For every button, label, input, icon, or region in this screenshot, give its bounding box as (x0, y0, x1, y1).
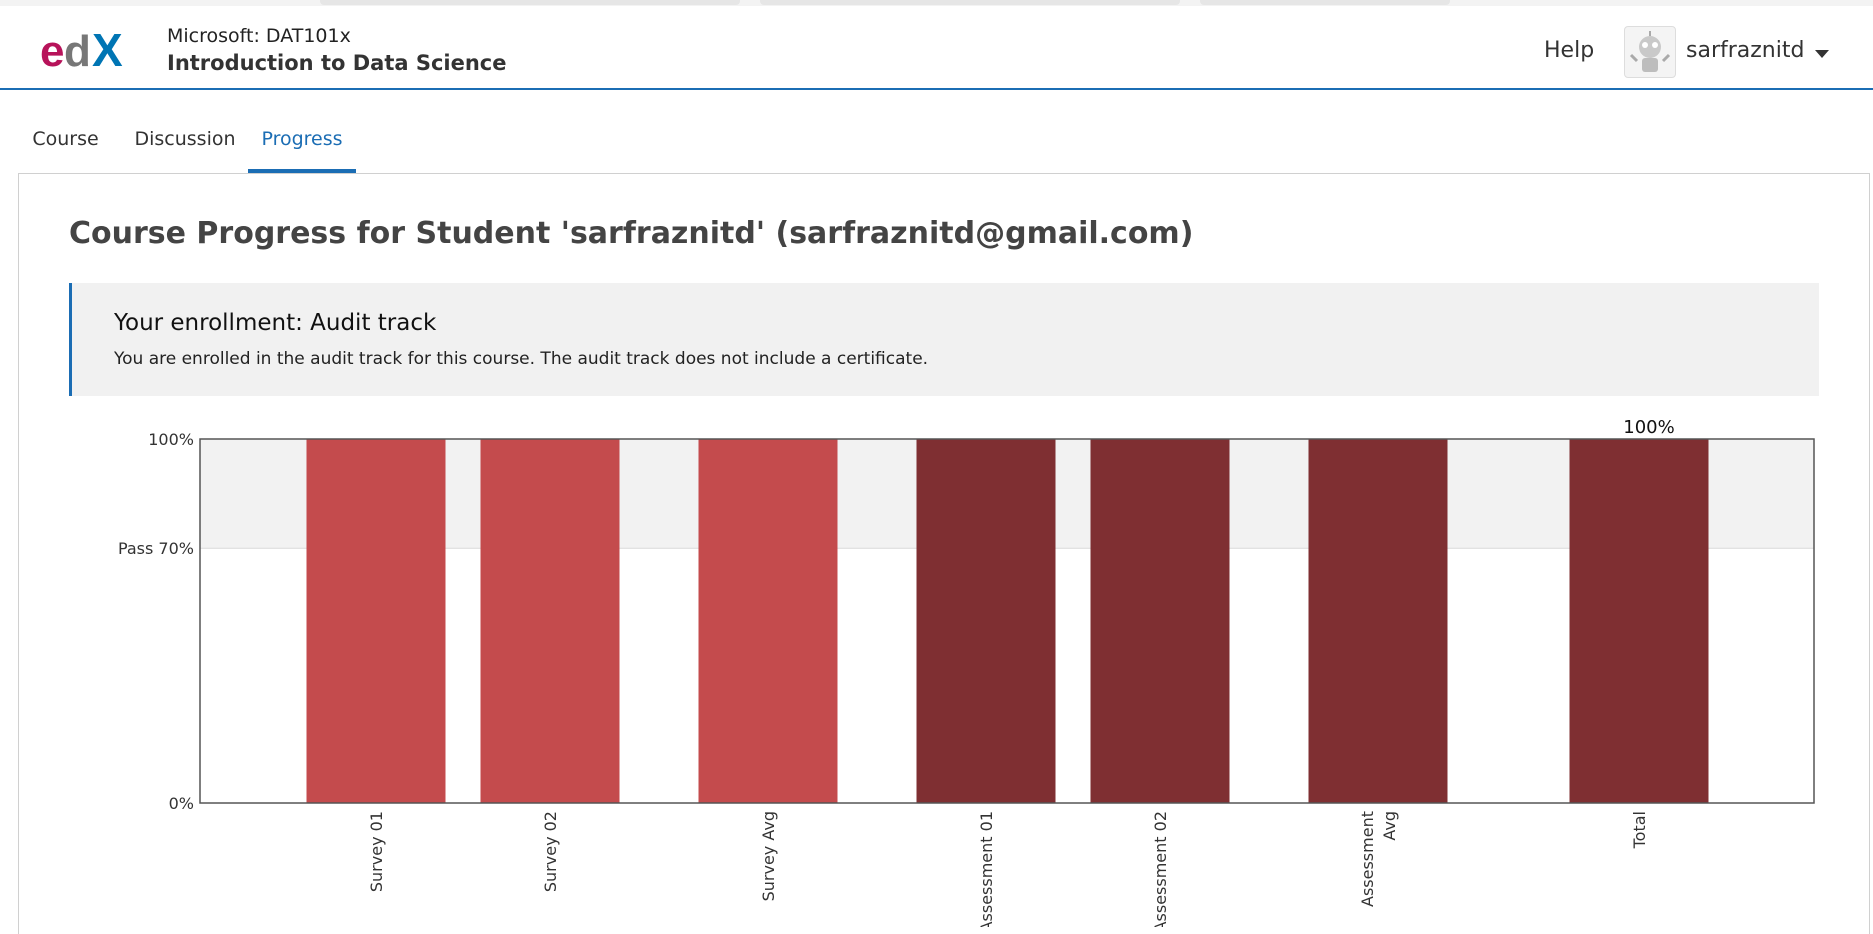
bar-survey-01 (306, 439, 446, 803)
bar-survey-avg (698, 439, 838, 803)
y-tick-label: 100% (148, 430, 194, 449)
x-tick-label: Assessment (1358, 811, 1377, 907)
x-tick-label: Assessment 02 (1151, 811, 1170, 927)
y-tick-label: 0% (169, 794, 194, 813)
bar-assessment-01 (916, 439, 1056, 803)
y-tick-label: Pass 70% (118, 539, 194, 558)
x-tick-label: Assessment 01 (977, 811, 996, 927)
bar-total (1569, 439, 1709, 803)
total-value-label: 100% (1623, 417, 1674, 438)
grade-chart: 0% Pass 70% 100% 100% Survey 01 Survey 02 Surv… (118, 417, 1815, 927)
x-tick-label: Avg (1380, 811, 1399, 841)
bar-survey-02 (480, 439, 620, 803)
x-tick-label: Survey 02 (541, 811, 560, 892)
x-tick-label: Survey Avg (759, 811, 778, 901)
bar-assessment-02 (1090, 439, 1230, 803)
x-tick-label: Total (1630, 811, 1649, 849)
x-tick-label: Survey 01 (367, 811, 386, 892)
bar-assessment-avg (1308, 439, 1448, 803)
